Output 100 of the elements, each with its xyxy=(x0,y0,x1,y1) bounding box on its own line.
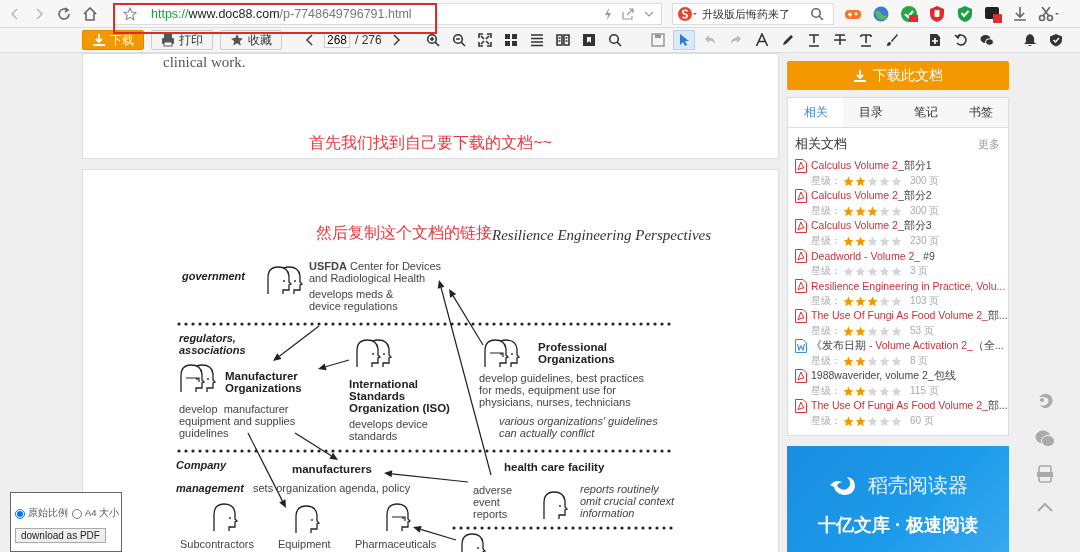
notification-icon[interactable] xyxy=(984,4,1002,23)
diagram-text: develops meds & device regulations xyxy=(309,288,398,312)
tab[interactable]: 书签 xyxy=(953,98,1008,128)
document-link[interactable]: Calculus Volume 2_部分3 xyxy=(811,219,932,234)
extension-badge-icon[interactable] xyxy=(900,4,918,23)
save-icon xyxy=(650,33,665,47)
document-link[interactable]: 《发布日期 - Volume Activation 2_（全... xyxy=(811,339,1004,354)
document-link[interactable]: Deadworld - Volume 2_ #9 xyxy=(811,250,935,263)
home-icon[interactable] xyxy=(82,5,98,22)
page-count: 300 页 xyxy=(910,204,940,219)
lightning-icon[interactable] xyxy=(603,6,613,21)
star-icon xyxy=(855,355,866,367)
star-icon xyxy=(879,235,890,247)
radio-button[interactable] xyxy=(15,508,25,519)
star-icon xyxy=(843,385,854,397)
annotation-text: 然后复制这个文档的链接 xyxy=(316,223,492,243)
page-count: 60 页 xyxy=(910,414,934,429)
star-icon xyxy=(879,265,890,277)
ad-slogan: 十亿文库 · 极速阅读 xyxy=(818,514,978,538)
pdf-file-icon xyxy=(795,279,807,294)
url-text: https://www.doc88.com/p-7748649796791.html xyxy=(151,6,412,21)
strikethrough-icon xyxy=(832,33,847,47)
share-icon[interactable] xyxy=(621,6,635,21)
star-icon xyxy=(867,235,878,247)
star-icon xyxy=(879,415,890,427)
tab[interactable]: 目录 xyxy=(843,98,898,128)
underline-icon xyxy=(806,33,821,47)
tier-label: Company xyxy=(176,459,227,471)
people-icon xyxy=(180,364,216,393)
tab[interactable]: 相关 xyxy=(788,98,843,128)
document-link[interactable]: The Use Of Fungi As Food Volume 2_部... xyxy=(811,309,1008,324)
previous-page-icon[interactable] xyxy=(305,34,315,46)
radio-label[interactable]: A4 大小 xyxy=(85,507,120,520)
shield-stop-icon[interactable] xyxy=(928,4,946,23)
node-title: manufacturers xyxy=(292,463,372,475)
star-icon xyxy=(891,235,902,247)
radio-button[interactable] xyxy=(72,508,82,519)
download-icon[interactable] xyxy=(1012,5,1028,22)
person-icon xyxy=(386,503,411,532)
node-title: Manufacturer Organizations xyxy=(225,370,302,394)
star-icon xyxy=(891,265,902,277)
search-field[interactable]: 升级版后悔药来了 xyxy=(672,2,834,25)
star-icon xyxy=(867,385,878,397)
star-icon xyxy=(855,235,866,247)
people-icon xyxy=(356,339,392,368)
tier-label: management xyxy=(176,482,244,494)
search-engine-icon[interactable] xyxy=(677,5,699,22)
scissors-icon[interactable] xyxy=(1038,5,1060,22)
cursor-tool[interactable] xyxy=(672,30,695,50)
pdf-file-icon xyxy=(795,159,807,174)
page-count: 53 页 xyxy=(910,324,934,339)
address-bar[interactable]: https://www.doc88.com/p-7748649796791.html xyxy=(114,2,662,25)
list-icon xyxy=(529,33,544,47)
body-text: clinical work. xyxy=(163,54,246,71)
star-icon xyxy=(855,205,866,217)
pdf-file-icon xyxy=(795,399,807,414)
text-tool-icon xyxy=(754,33,769,47)
annotation-text: 首先我们找到自己要下载的文档~~ xyxy=(309,133,552,153)
node-title: International Standards Organization (ISO) xyxy=(349,378,450,414)
star-icon[interactable] xyxy=(123,6,137,21)
star-icon xyxy=(843,175,854,187)
document-link[interactable]: Resilience Engineering in Practice, Volu... xyxy=(811,280,1006,293)
star-icon xyxy=(867,175,878,187)
person-icon xyxy=(295,505,320,534)
tier-label: government xyxy=(182,270,245,282)
arrow xyxy=(413,525,457,541)
star-icon xyxy=(855,325,866,337)
search-icon[interactable] xyxy=(810,6,824,21)
rating-label: 星级： xyxy=(811,264,841,279)
diagram-text: adverse event reports xyxy=(473,484,513,520)
pdf-file-icon xyxy=(795,189,807,204)
star-icon xyxy=(891,355,902,367)
search-input[interactable]: 升级版后悔药来了 xyxy=(702,7,810,20)
next-page-icon[interactable] xyxy=(390,34,401,46)
star-icon xyxy=(855,265,866,277)
tab[interactable]: 笔记 xyxy=(898,98,953,128)
node-title: Professional Organizations xyxy=(538,341,615,365)
download-pdf-button[interactable]: download as PDF xyxy=(15,528,106,543)
word-file-icon xyxy=(795,339,807,354)
print-button[interactable]: 打印 xyxy=(151,30,213,50)
star-icon xyxy=(891,325,902,337)
shield-check-icon[interactable] xyxy=(956,4,974,23)
favorite-button[interactable]: 收藏 xyxy=(220,30,282,50)
document-link[interactable]: The Use Of Fungi As Food Volume 2_部... xyxy=(811,399,1008,414)
rating-label: 星级： xyxy=(811,174,841,189)
document-link[interactable]: Calculus Volume 2_部分2 xyxy=(811,189,932,204)
radio-label[interactable]: 原始比例 xyxy=(28,507,68,520)
add-page-icon xyxy=(927,33,942,47)
star-icon xyxy=(891,175,902,187)
refresh-icon[interactable] xyxy=(56,5,72,22)
star-icon xyxy=(879,355,890,367)
download-icon xyxy=(92,33,106,47)
document-link[interactable]: 1988waverider, volume 2_包线 xyxy=(811,369,956,384)
running-header: Resilience Engineering Perspectives xyxy=(492,227,712,244)
diagram-text: develops device standards xyxy=(349,418,428,442)
globe-icon[interactable] xyxy=(872,4,890,23)
zoom-in-icon xyxy=(425,33,440,47)
star-icon xyxy=(867,355,878,367)
star-icon xyxy=(879,385,890,397)
document-link[interactable]: Calculus Volume 2_部分1 xyxy=(811,159,932,174)
